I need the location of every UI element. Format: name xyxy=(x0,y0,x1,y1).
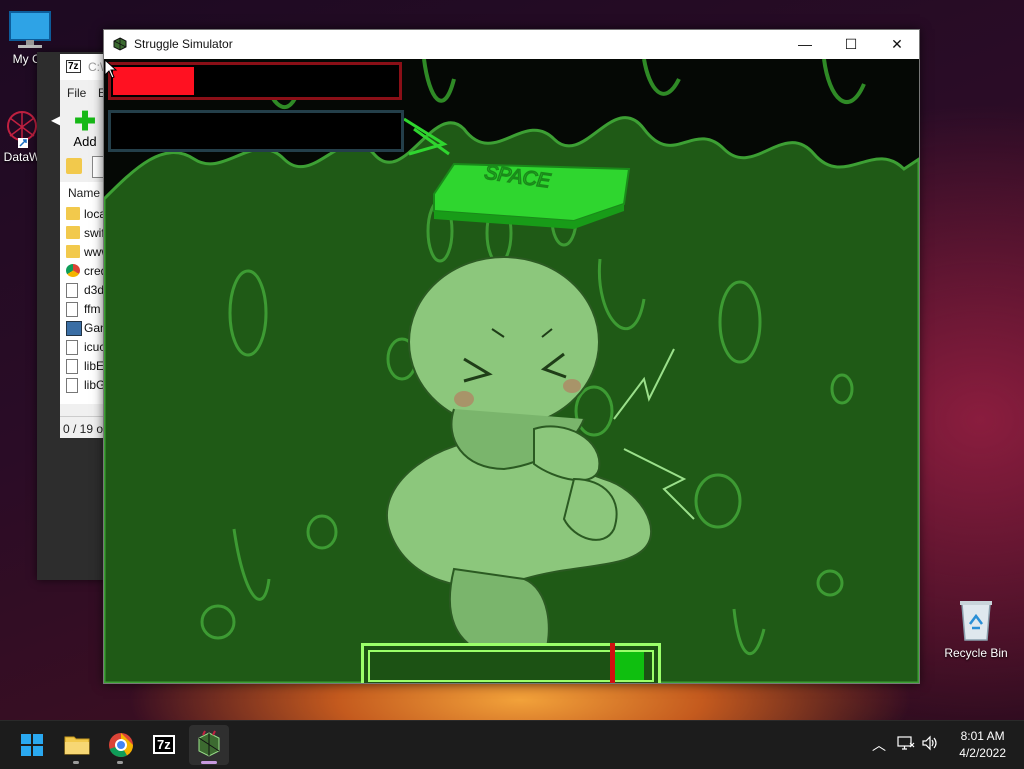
health-bar-fill xyxy=(113,67,194,95)
game-window[interactable]: Struggle Simulator — ☐ ✕ SPACE xyxy=(103,29,920,684)
struggle-target-zone xyxy=(609,652,644,680)
taskbar-chrome[interactable] xyxy=(101,725,141,765)
stamina-bar xyxy=(108,110,404,152)
column-header-label: Name xyxy=(68,186,101,200)
datawrangler-icon xyxy=(7,111,37,148)
game-canvas[interactable]: SPACE xyxy=(104,59,919,683)
file-name: swif xyxy=(84,226,105,240)
taskbar-file-explorer[interactable] xyxy=(57,725,97,765)
minimize-button[interactable]: — xyxy=(782,30,828,59)
file-icon xyxy=(66,283,78,298)
add-button[interactable]: ✚ Add xyxy=(68,108,102,149)
struggle-simulator-icon xyxy=(113,37,127,51)
desktop-icon-recycle-bin[interactable]: Recycle Bin xyxy=(944,598,1008,660)
window-title: Struggle Simulator xyxy=(134,37,233,51)
application-icon xyxy=(66,321,82,336)
running-indicator xyxy=(73,761,79,764)
windows-start-icon xyxy=(21,734,43,756)
folder-icon xyxy=(66,207,80,220)
maximize-button[interactable]: ☐ xyxy=(828,30,874,59)
recycle-bin-icon xyxy=(960,601,992,641)
struggle-marker xyxy=(609,643,615,683)
clock-time: 8:01 AM xyxy=(960,729,1005,743)
file-explorer-icon xyxy=(64,736,90,755)
7zip-title: C:\ xyxy=(88,60,104,74)
7zip-icon: 7z xyxy=(66,60,81,73)
network-icon[interactable] xyxy=(897,735,915,751)
file-name: d3d xyxy=(84,283,105,297)
running-indicator xyxy=(117,761,123,764)
start-button[interactable] xyxy=(12,725,52,765)
struggle-meter xyxy=(361,643,661,683)
chrome-icon xyxy=(66,264,80,277)
mouse-cursor-icon xyxy=(104,59,118,79)
taskbar-7zip[interactable]: 7z xyxy=(145,725,185,765)
clock-date: 4/2/2022 xyxy=(959,746,1006,760)
file-icon xyxy=(66,302,78,317)
game-scene: SPACE xyxy=(104,59,919,683)
file-name: libE xyxy=(84,359,105,373)
file-icon xyxy=(66,378,78,393)
recycle-bin-label: Recycle Bin xyxy=(944,646,1008,660)
add-label: Add xyxy=(73,134,97,149)
folder-icon xyxy=(66,226,80,239)
struggle-meter-track xyxy=(368,643,654,683)
taskbar-struggle-simulator[interactable] xyxy=(189,725,229,765)
folder-icon xyxy=(66,245,80,258)
computer-icon xyxy=(9,11,51,48)
file-name: ffm xyxy=(84,302,101,316)
taskbar: 7z ︿ 8:01 AM 4/2/2022 xyxy=(0,720,1024,769)
7zip-icon: 7z xyxy=(153,735,175,754)
running-indicator xyxy=(201,761,217,764)
title-bar[interactable]: Struggle Simulator — ☐ ✕ xyxy=(104,30,919,59)
menu-file[interactable]: File xyxy=(67,86,86,100)
chrome-icon xyxy=(109,733,133,758)
struggle-simulator-icon xyxy=(198,730,220,757)
close-button[interactable]: ✕ xyxy=(874,30,920,59)
chevron-up-icon[interactable]: ︿ xyxy=(872,735,886,755)
health-bar xyxy=(108,62,402,100)
plus-icon: ✚ xyxy=(74,106,96,136)
volume-icon[interactable] xyxy=(921,735,939,751)
taskbar-clock[interactable]: 8:01 AM 4/2/2022 xyxy=(959,728,1006,762)
folder-up-icon[interactable] xyxy=(66,158,82,174)
file-icon xyxy=(66,340,78,355)
file-icon xyxy=(66,359,78,374)
